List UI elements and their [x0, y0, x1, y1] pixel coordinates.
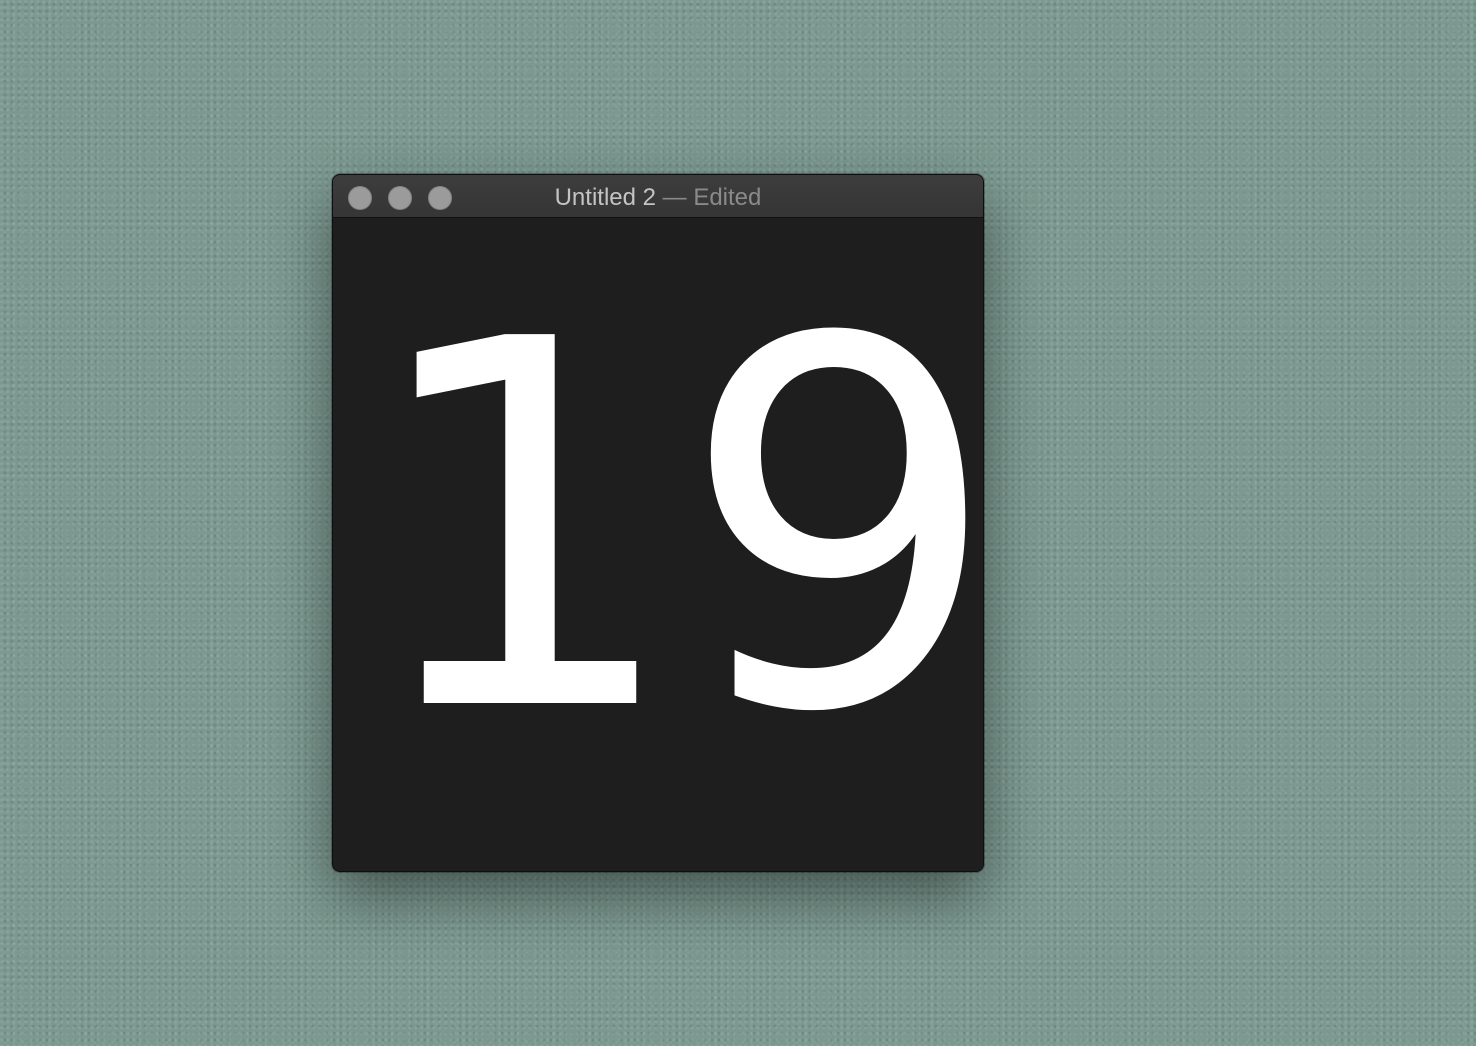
window-titlebar[interactable]: Untitled 2 — Edited: [333, 175, 983, 218]
document-content-area[interactable]: 19: [333, 218, 983, 871]
edited-status: Edited: [693, 184, 762, 211]
title-separator: —: [662, 184, 687, 211]
text-editor-window: Untitled 2 — Edited 19: [332, 174, 984, 872]
document-text[interactable]: 19: [361, 276, 983, 782]
window-title: Untitled 2 — Edited: [333, 183, 983, 213]
desktop: Untitled 2 — Edited 19: [0, 0, 1476, 1046]
document-name: Untitled 2: [554, 184, 656, 211]
